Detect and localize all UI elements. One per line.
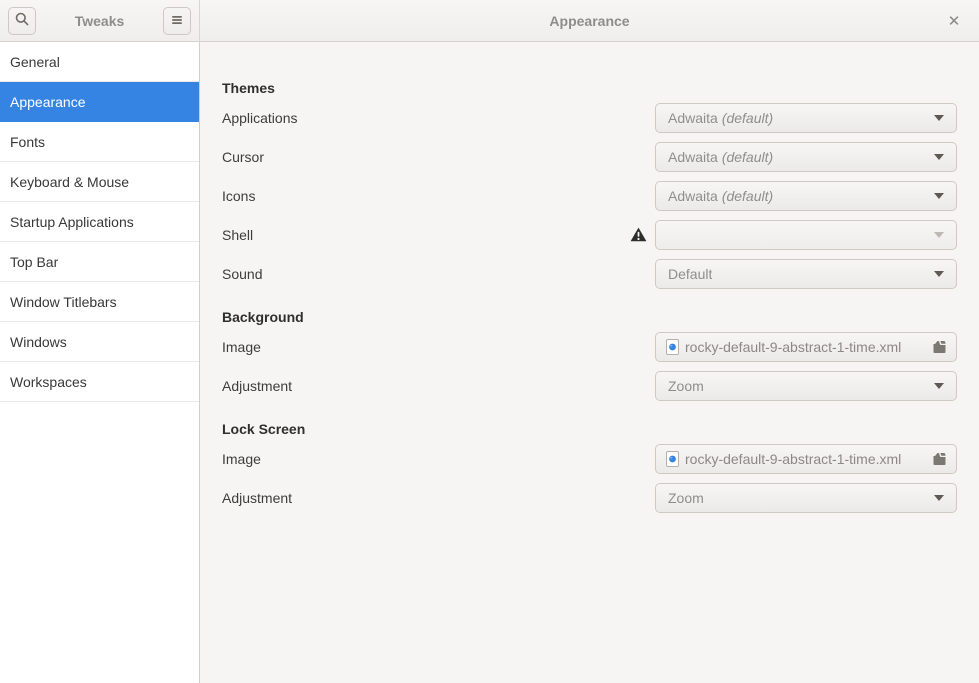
sidebar-item-label: Top Bar bbox=[10, 254, 58, 270]
background-adjustment-dropdown[interactable]: Zoom bbox=[655, 371, 957, 401]
row-label: Adjustment bbox=[222, 378, 292, 394]
row-label: Applications bbox=[222, 110, 298, 126]
row-icons-theme: Icons Adwaita (default) bbox=[222, 176, 957, 215]
headerbar: Tweaks Appearance ✕ bbox=[0, 0, 979, 42]
warning-icon bbox=[630, 227, 647, 242]
menu-button[interactable] bbox=[163, 7, 191, 35]
row-background-adjustment: Adjustment Zoom bbox=[222, 366, 957, 405]
sidebar-item-general[interactable]: General bbox=[0, 42, 199, 82]
close-button[interactable]: ✕ bbox=[939, 0, 969, 41]
dropdown-value-suffix: (default) bbox=[722, 188, 773, 204]
xml-file-icon bbox=[666, 451, 679, 467]
open-file-icon bbox=[932, 340, 948, 354]
open-file-icon bbox=[932, 452, 948, 466]
sidebar-item-windows[interactable]: Windows bbox=[0, 322, 199, 362]
row-label: Image bbox=[222, 339, 261, 355]
sidebar-item-label: Workspaces bbox=[10, 374, 87, 390]
appearance-panel: Themes Applications Adwaita (default) Cu… bbox=[200, 42, 979, 683]
dropdown-value-suffix: (default) bbox=[722, 110, 773, 126]
applications-theme-dropdown[interactable]: Adwaita (default) bbox=[655, 103, 957, 133]
headerbar-left: Tweaks bbox=[0, 0, 200, 41]
dropdown-arrow-icon bbox=[934, 232, 944, 238]
sidebar-item-fonts[interactable]: Fonts bbox=[0, 122, 199, 162]
xml-file-icon bbox=[666, 339, 679, 355]
row-label: Adjustment bbox=[222, 490, 292, 506]
row-label: Image bbox=[222, 451, 261, 467]
tweaks-window: Tweaks Appearance ✕ General Appear bbox=[0, 0, 979, 683]
sidebar-item-startup-applications[interactable]: Startup Applications bbox=[0, 202, 199, 242]
search-icon bbox=[14, 11, 30, 30]
sidebar-item-label: Appearance bbox=[10, 94, 86, 110]
row-background-image: Image rocky-default-9-abstract-1-time.xm… bbox=[222, 327, 957, 366]
row-applications-theme: Applications Adwaita (default) bbox=[222, 98, 957, 137]
dropdown-value: Adwaita bbox=[668, 188, 718, 204]
shell-theme-warning bbox=[630, 227, 647, 242]
sidebar-item-label: General bbox=[10, 54, 60, 70]
sidebar-item-label: Fonts bbox=[10, 134, 45, 150]
section-heading: Themes bbox=[222, 78, 957, 98]
dropdown-arrow-icon bbox=[934, 193, 944, 199]
dropdown-value: Default bbox=[668, 266, 712, 282]
sound-theme-dropdown[interactable]: Default bbox=[655, 259, 957, 289]
window-title-right: Appearance bbox=[549, 13, 629, 29]
sidebar-item-keyboard-mouse[interactable]: Keyboard & Mouse bbox=[0, 162, 199, 202]
dropdown-value: Zoom bbox=[668, 378, 704, 394]
headerbar-right: Appearance ✕ bbox=[200, 0, 979, 41]
main-area: General Appearance Fonts Keyboard & Mous… bbox=[0, 42, 979, 683]
sidebar-item-appearance[interactable]: Appearance bbox=[0, 82, 199, 122]
dropdown-value: Adwaita bbox=[668, 149, 718, 165]
lock-screen-image-file-button[interactable]: rocky-default-9-abstract-1-time.xml bbox=[655, 444, 957, 474]
row-sound-theme: Sound Default bbox=[222, 254, 957, 293]
shell-theme-dropdown bbox=[655, 220, 957, 250]
sidebar-item-label: Window Titlebars bbox=[10, 294, 117, 310]
background-image-filename: rocky-default-9-abstract-1-time.xml bbox=[685, 339, 926, 355]
section-themes: Themes Applications Adwaita (default) Cu… bbox=[222, 78, 957, 293]
row-label: Shell bbox=[222, 227, 253, 243]
row-lock-screen-adjustment: Adjustment Zoom bbox=[222, 478, 957, 517]
dropdown-arrow-icon bbox=[934, 154, 944, 160]
lock-screen-adjustment-dropdown[interactable]: Zoom bbox=[655, 483, 957, 513]
search-button[interactable] bbox=[8, 7, 36, 35]
sidebar-item-top-bar[interactable]: Top Bar bbox=[0, 242, 199, 282]
close-icon: ✕ bbox=[948, 12, 961, 30]
dropdown-arrow-icon bbox=[934, 271, 944, 277]
lock-screen-image-filename: rocky-default-9-abstract-1-time.xml bbox=[685, 451, 926, 467]
dropdown-arrow-icon bbox=[934, 115, 944, 121]
cursor-theme-dropdown[interactable]: Adwaita (default) bbox=[655, 142, 957, 172]
sidebar-item-label: Startup Applications bbox=[10, 214, 134, 230]
dropdown-value: Adwaita bbox=[668, 110, 718, 126]
background-image-file-button[interactable]: rocky-default-9-abstract-1-time.xml bbox=[655, 332, 957, 362]
dropdown-value: Zoom bbox=[668, 490, 704, 506]
icons-theme-dropdown[interactable]: Adwaita (default) bbox=[655, 181, 957, 211]
row-label: Icons bbox=[222, 188, 255, 204]
section-background: Background Image rocky-default-9-abstra bbox=[222, 307, 957, 405]
section-lock-screen: Lock Screen Image rocky-default-9-abstr bbox=[222, 419, 957, 517]
sidebar-item-window-titlebars[interactable]: Window Titlebars bbox=[0, 282, 199, 322]
row-shell-theme: Shell bbox=[222, 215, 957, 254]
row-cursor-theme: Cursor Adwaita (default) bbox=[222, 137, 957, 176]
row-label: Cursor bbox=[222, 149, 264, 165]
menu-icon bbox=[170, 13, 184, 29]
sidebar-item-workspaces[interactable]: Workspaces bbox=[0, 362, 199, 402]
dropdown-value-suffix: (default) bbox=[722, 149, 773, 165]
dropdown-arrow-icon bbox=[934, 383, 944, 389]
row-label: Sound bbox=[222, 266, 262, 282]
window-title-left: Tweaks bbox=[75, 13, 125, 29]
sidebar: General Appearance Fonts Keyboard & Mous… bbox=[0, 42, 200, 683]
section-heading: Background bbox=[222, 307, 957, 327]
row-lock-screen-image: Image rocky-default-9-abstract-1-time.xm… bbox=[222, 439, 957, 478]
sidebar-item-label: Keyboard & Mouse bbox=[10, 174, 129, 190]
section-heading: Lock Screen bbox=[222, 419, 957, 439]
sidebar-item-label: Windows bbox=[10, 334, 67, 350]
dropdown-arrow-icon bbox=[934, 495, 944, 501]
